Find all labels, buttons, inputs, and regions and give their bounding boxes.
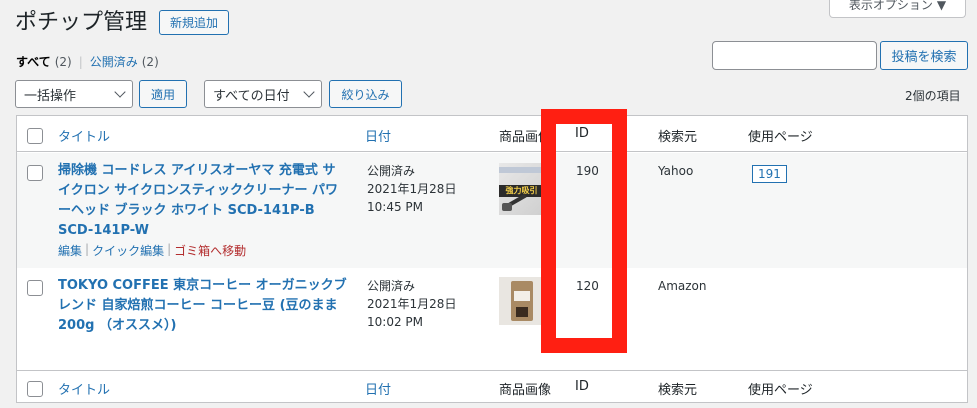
filter-separator: | — [78, 54, 83, 69]
screen-options-button[interactable]: 表示オプション ▼ — [829, 0, 966, 18]
date-filter-select[interactable]: すべての日付 — [204, 80, 322, 108]
column-title-header[interactable]: タイトル — [58, 379, 110, 398]
search-source: Amazon — [658, 279, 707, 293]
filter-all-count: (2) — [54, 54, 72, 69]
table-row: 掃除機 コードレス アイリスオーヤマ 充電式 サイクロン サイクロンスティックク… — [17, 153, 967, 268]
post-date: 公開済み 2021年1月28日 10:45 PM — [367, 162, 456, 216]
post-status: 公開済み — [367, 164, 416, 178]
status-filter-links: すべて (2) | 公開済み (2) — [16, 53, 159, 70]
action-separator: | — [167, 242, 172, 256]
edit-link[interactable]: 編集 — [58, 242, 82, 259]
select-all-checkbox[interactable] — [27, 128, 43, 144]
product-thumbnail — [499, 277, 544, 325]
filter-button[interactable]: 絞り込み — [329, 80, 402, 108]
posts-table: タイトル 日付 商品画像 ID 検索元 使用ページ 掃除機 コードレス アイリス… — [16, 115, 968, 403]
bulk-action-value: 一括操作 — [24, 88, 77, 104]
column-date-header[interactable]: 日付 — [365, 126, 391, 145]
search-input[interactable] — [712, 41, 877, 70]
column-title-header[interactable]: タイトル — [58, 126, 110, 145]
post-status: 公開済み — [367, 279, 416, 293]
chevron-down-icon — [114, 86, 126, 98]
table-row: TOKYO COFFEE 東京コーヒー オーガニックブレンド 自家焙煎コーヒー … — [17, 268, 967, 370]
id-column-highlight — [541, 109, 627, 353]
column-used-page-header: 使用ページ — [748, 383, 813, 398]
caret-down-icon: ▼ — [936, 0, 947, 12]
bulk-action-select[interactable]: 一括操作 — [15, 80, 133, 108]
apply-button[interactable]: 適用 — [139, 80, 187, 108]
select-all-checkbox[interactable] — [27, 381, 43, 397]
row-checkbox[interactable] — [27, 165, 43, 181]
filter-published-link[interactable]: 公開済み — [90, 53, 138, 70]
post-time: 10:45 PM — [367, 200, 423, 214]
table-footer: タイトル 日付 商品画像 ID 検索元 使用ページ — [17, 370, 967, 404]
quick-edit-link[interactable]: クイック編集 — [92, 242, 164, 259]
product-thumbnail: 強力吸引 — [499, 163, 544, 215]
post-date: 公開済み 2021年1月28日 10:02 PM — [367, 277, 456, 331]
used-page-link[interactable]: 191 — [752, 165, 787, 183]
search-source: Yahoo — [658, 164, 694, 178]
post-date-value: 2021年1月28日 — [367, 297, 457, 311]
filter-all-link[interactable]: すべて — [16, 53, 51, 70]
action-separator: | — [85, 242, 90, 256]
column-source-header: 検索元 — [658, 130, 698, 145]
table-header: タイトル 日付 商品画像 ID 検索元 使用ページ — [17, 116, 967, 152]
column-used-page-header: 使用ページ — [748, 130, 813, 145]
item-count: 2個の項目 — [905, 89, 961, 103]
trash-link[interactable]: ゴミ箱へ移動 — [174, 242, 246, 259]
search-button[interactable]: 投稿を検索 — [880, 41, 968, 70]
column-id-header: ID — [575, 379, 589, 394]
post-time: 10:02 PM — [367, 315, 423, 329]
add-new-button[interactable]: 新規追加 — [159, 10, 229, 35]
row-checkbox[interactable] — [27, 280, 43, 296]
filter-published-count: (2) — [141, 54, 159, 69]
column-image-header: 商品画像 — [499, 383, 552, 398]
chevron-down-icon — [303, 86, 315, 98]
post-date-value: 2021年1月28日 — [367, 182, 457, 196]
post-title-link[interactable]: 掃除機 コードレス アイリスオーヤマ 充電式 サイクロン サイクロンスティックク… — [58, 161, 348, 241]
date-filter-value: すべての日付 — [213, 88, 290, 104]
post-title-link[interactable]: TOKYO COFFEE 東京コーヒー オーガニックブレンド 自家焙煎コーヒー … — [58, 276, 348, 336]
column-date-header[interactable]: 日付 — [365, 379, 391, 398]
column-source-header: 検索元 — [658, 383, 698, 398]
screen-options-label: 表示オプション — [848, 0, 933, 12]
row-actions: 編集 | クイック編集 | ゴミ箱へ移動 — [58, 242, 246, 259]
page-title: ポチップ管理 — [15, 10, 148, 35]
